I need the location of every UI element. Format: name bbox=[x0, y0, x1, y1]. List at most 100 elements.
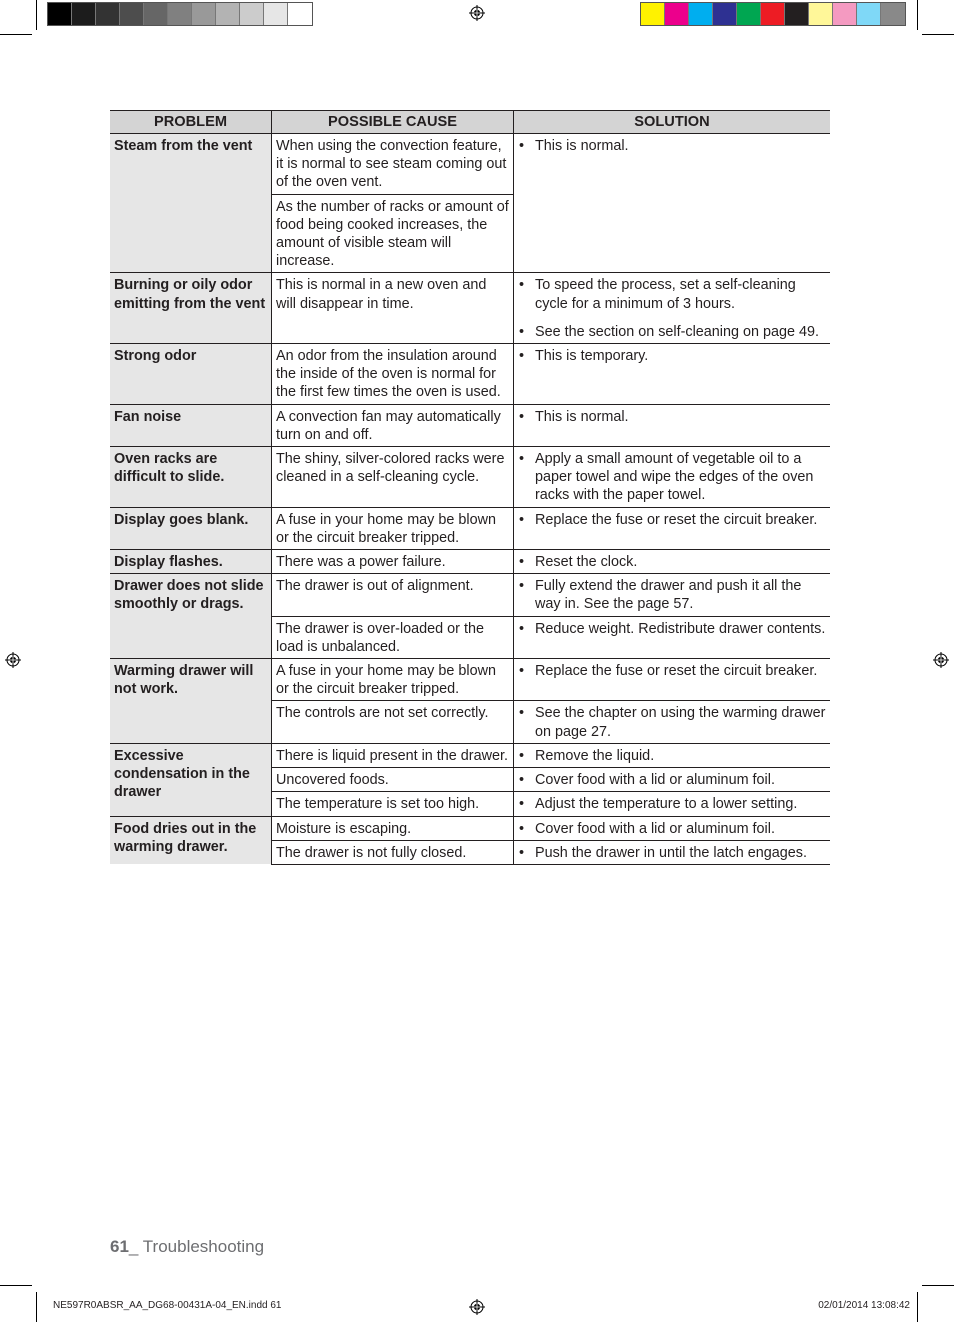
color-swatch bbox=[833, 3, 857, 25]
header-possible-cause: POSSIBLE CAUSE bbox=[271, 110, 514, 134]
table-header-row: PROBLEM POSSIBLE CAUSE SOLUTION bbox=[110, 110, 830, 134]
table-row: Steam from the vent When using the convec… bbox=[110, 132, 830, 273]
solution-list: Apply a small amount of vegetable oil to… bbox=[518, 450, 826, 505]
solution-item: Reduce weight. Redistribute drawer conte… bbox=[518, 620, 826, 638]
solution-item: Remove the liquid. bbox=[518, 747, 826, 765]
solution-list: Push the drawer in until the latch engag… bbox=[518, 844, 826, 862]
table-row: Strong odor An odor from the insulation a… bbox=[110, 343, 830, 405]
solution-list: Replace the fuse or reset the circuit br… bbox=[518, 511, 826, 529]
crop-mark bbox=[922, 34, 954, 35]
troubleshooting-table: PROBLEM POSSIBLE CAUSE SOLUTION Steam fr… bbox=[110, 110, 830, 865]
solution-cell: Reduce weight. Redistribute drawer conte… bbox=[513, 615, 830, 659]
color-swatch bbox=[713, 3, 737, 25]
solution-list: This is temporary. bbox=[518, 347, 826, 365]
solution-item: Cover food with a lid or aluminum foil. bbox=[518, 820, 826, 838]
problem-cell: Drawer does not slide smoothly or drags. bbox=[110, 573, 272, 659]
color-swatch bbox=[48, 3, 72, 25]
solution-cell: Cover food with a lid or aluminum foil. bbox=[513, 767, 830, 792]
solution-cell: Fully extend the drawer and push it all … bbox=[513, 573, 830, 617]
solution-item: Replace the fuse or reset the circuit br… bbox=[518, 511, 826, 529]
color-swatch bbox=[144, 3, 168, 25]
cause-cell: Moisture is escaping. bbox=[271, 815, 514, 841]
solution-item: This is normal. bbox=[518, 408, 826, 426]
table-row: Display flashes. There was a power failur… bbox=[110, 549, 830, 574]
header-problem: PROBLEM bbox=[110, 110, 272, 134]
solution-cell: See the chapter on using the warming dra… bbox=[513, 700, 830, 744]
color-swatch bbox=[96, 3, 120, 25]
slug-filename: NE597R0ABSR_AA_DG68-00431A-04_EN.indd 61 bbox=[53, 1300, 282, 1311]
solution-cell: This is temporary. bbox=[513, 343, 830, 405]
cause-cell: When using the convection feature, it is… bbox=[271, 133, 514, 195]
solution-cell: Replace the fuse or reset the circuit br… bbox=[513, 658, 830, 701]
cause-cell: As the number of racks or amount of food… bbox=[271, 193, 514, 273]
table-row: Excessive condensation in the drawer Ther… bbox=[110, 742, 830, 816]
color-swatch bbox=[761, 3, 785, 25]
solution-cell: Apply a small amount of vegetable oil to… bbox=[513, 446, 830, 508]
problem-cell: Burning or oily odor emitting from the v… bbox=[110, 272, 272, 344]
solution-item: Push the drawer in until the latch engag… bbox=[518, 844, 826, 862]
solution-list: Cover food with a lid or aluminum foil. bbox=[518, 820, 826, 838]
solution-cell: Replace the fuse or reset the circuit br… bbox=[513, 506, 830, 550]
cause-cell: The temperature is set too high. bbox=[271, 791, 514, 816]
solution-cell: Remove the liquid. bbox=[513, 742, 830, 768]
solution-item: This is normal. bbox=[518, 137, 826, 155]
process-color-bar bbox=[640, 2, 906, 26]
solution-cell: To speed the process, set a self-cleanin… bbox=[513, 272, 830, 344]
solution-list: Adjust the temperature to a lower settin… bbox=[518, 795, 826, 813]
cause-cell: Uncovered foods. bbox=[271, 767, 514, 792]
color-swatch bbox=[809, 3, 833, 25]
section-name: _ Troubleshooting bbox=[128, 1237, 265, 1256]
solution-cell: Adjust the temperature to a lower settin… bbox=[513, 791, 830, 816]
solution-item: To speed the process, set a self-cleanin… bbox=[518, 276, 826, 312]
cause-cell: The drawer is not fully closed. bbox=[271, 839, 514, 865]
crop-mark bbox=[917, 0, 918, 30]
cause-cell: The shiny, silver-colored racks were cle… bbox=[271, 446, 514, 508]
color-swatch bbox=[72, 3, 96, 25]
color-swatch bbox=[785, 3, 809, 25]
solution-list: Remove the liquid. bbox=[518, 747, 826, 765]
problem-cell: Strong odor bbox=[110, 343, 272, 405]
cause-cell: A fuse in your home may be blown or the … bbox=[271, 658, 514, 701]
solution-cell: This is normal. bbox=[513, 403, 830, 447]
table-row: Fan noise A convection fan may automatica… bbox=[110, 403, 830, 447]
solution-item: Cover food with a lid or aluminum foil. bbox=[518, 771, 826, 789]
solution-list: Reset the clock. bbox=[518, 553, 826, 571]
cause-cell: The drawer is over-loaded or the load is… bbox=[271, 615, 514, 659]
problem-cell: Display flashes. bbox=[110, 549, 272, 574]
problem-cell: Food dries out in the warming drawer. bbox=[110, 815, 272, 865]
color-swatch bbox=[881, 3, 905, 25]
color-swatch bbox=[665, 3, 689, 25]
cause-cell: There is liquid present in the drawer. bbox=[271, 742, 514, 768]
color-swatch bbox=[240, 3, 264, 25]
color-swatch bbox=[288, 3, 312, 25]
slug-timestamp: 02/01/2014 13:08:42 bbox=[818, 1300, 910, 1311]
page-footer-title: 61_ Troubleshooting bbox=[110, 1237, 264, 1257]
cause-cell: An odor from the insulation around the i… bbox=[271, 343, 514, 405]
header-solution: SOLUTION bbox=[513, 110, 830, 134]
solution-cell: Reset the clock. bbox=[513, 549, 830, 574]
cause-cell: A fuse in your home may be blown or the … bbox=[271, 506, 514, 550]
crop-mark bbox=[0, 1285, 32, 1286]
color-swatch bbox=[737, 3, 761, 25]
color-swatch bbox=[120, 3, 144, 25]
problem-cell: Display goes blank. bbox=[110, 506, 272, 550]
solution-item: See the chapter on using the warming dra… bbox=[518, 704, 826, 740]
cause-cell: The controls are not set correctly. bbox=[271, 700, 514, 744]
problem-cell: Fan noise bbox=[110, 403, 272, 447]
solution-cell: Cover food with a lid or aluminum foil. bbox=[513, 815, 830, 841]
solution-item: Apply a small amount of vegetable oil to… bbox=[518, 450, 826, 505]
color-swatch bbox=[192, 3, 216, 25]
solution-item: Replace the fuse or reset the circuit br… bbox=[518, 662, 826, 680]
solution-cell: Push the drawer in until the latch engag… bbox=[513, 839, 830, 865]
problem-cell: Steam from the vent bbox=[110, 132, 272, 273]
registration-mark-icon bbox=[469, 1299, 485, 1315]
crop-mark bbox=[36, 1292, 37, 1322]
solution-item: See the section on self-cleaning on page… bbox=[518, 323, 826, 341]
table-row: Warming drawer will not work. A fuse in y… bbox=[110, 658, 830, 744]
color-swatch bbox=[168, 3, 192, 25]
crop-mark bbox=[36, 0, 37, 30]
solution-list: Cover food with a lid or aluminum foil. bbox=[518, 771, 826, 789]
table-row: Food dries out in the warming drawer. Moi… bbox=[110, 815, 830, 865]
problem-cell: Oven racks are difficult to slide. bbox=[110, 446, 272, 508]
crop-mark bbox=[917, 1292, 918, 1322]
